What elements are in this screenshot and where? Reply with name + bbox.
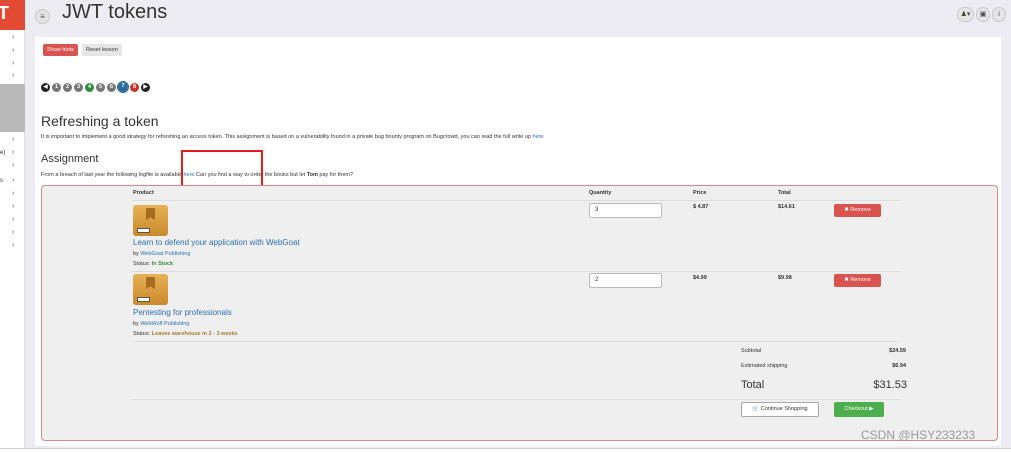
top-bar: ≡ JWT tokens ♟▾ ▣ i (25, 0, 1011, 32)
subtotal-value: $24.59 (889, 348, 906, 354)
sidebar-arrow-icon[interactable]: › (12, 203, 14, 210)
status-value: Leaves warehouse in 2 - 3 weeks (151, 331, 238, 337)
next-page-icon[interactable]: ▶ (141, 82, 150, 92)
user-menu-icon[interactable]: ♟▾ (957, 7, 974, 22)
status-value: In Stock (151, 261, 174, 267)
sidebar-arrow-icon[interactable]: › (12, 136, 14, 143)
page-button-1[interactable]: 1 (52, 82, 61, 92)
page-button-5[interactable]: 5 (96, 82, 105, 92)
sidebar-arrow-icon[interactable]: › (12, 47, 14, 54)
page-button-8[interactable]: 8 (130, 82, 139, 92)
sidebar-arrow-icon[interactable]: › (12, 162, 14, 169)
status-label: Status: (133, 331, 152, 337)
shopping-cart: Product Quantity Price Total Learn to de… (41, 185, 998, 441)
status-label: Status: (133, 261, 152, 267)
shipping-label: Estimated shipping (741, 363, 788, 369)
book-icon (133, 205, 168, 236)
info-icon[interactable]: i (992, 7, 1006, 22)
product-price: $ 4.87 (693, 204, 709, 210)
page-title: JWT tokens (62, 1, 168, 23)
assign-text-before: From a breach of last year the following… (41, 172, 184, 178)
continue-shopping-button[interactable]: 🛒 Continue Shopping (741, 402, 819, 417)
product-publisher: by WebGoat Publishing (133, 251, 190, 257)
intro-text: It is important to implement a good stra… (41, 134, 533, 140)
writeup-link[interactable]: here (533, 134, 544, 140)
footer-bar (0, 448, 1011, 452)
sidebar: T › › › › › e) › › s › › › › › › (0, 0, 25, 452)
sidebar-arrow-icon[interactable]: › (12, 229, 14, 236)
shipping-value: $6.94 (892, 363, 906, 369)
product-status: Status: Leaves warehouse in 2 - 3 weeks (133, 331, 238, 337)
menu-toggle-icon[interactable]: ≡ (35, 9, 50, 24)
column-price: Price (693, 190, 707, 196)
divider (132, 399, 900, 400)
lesson-panel: Show hints Reset lesson ◀ 1 2 3 4 5 6 7 … (35, 37, 1001, 446)
sidebar-arrow-icon[interactable]: › (12, 34, 14, 41)
divider (132, 271, 900, 272)
section-heading: Refreshing a token (41, 113, 159, 129)
product-total: $9.98 (778, 275, 792, 281)
product-total: $14.61 (778, 204, 795, 210)
divider (132, 200, 900, 201)
column-product: Product (133, 190, 154, 196)
show-hints-button[interactable]: Show hints (43, 44, 78, 56)
page-button-4[interactable]: 4 (85, 82, 94, 92)
remove-button[interactable]: ✖ Remove (834, 274, 881, 287)
reset-lesson-button[interactable]: Reset lesson (82, 44, 122, 56)
column-total: Total (778, 190, 791, 196)
product-status: Status: In Stock (133, 261, 173, 267)
checkout-button[interactable]: Checkout ▶ (834, 402, 884, 417)
assign-text-user: Tom (306, 172, 318, 178)
product-publisher: by WebWolf Publishing (133, 321, 189, 327)
page-button-3[interactable]: 3 (74, 82, 83, 92)
product-title-link[interactable]: Pentesting for professionals (133, 308, 232, 317)
total-label: Total (741, 379, 765, 391)
sidebar-label-fragment: e) (0, 150, 6, 156)
quantity-input[interactable]: 3 (589, 203, 662, 218)
watermark: CSDN @HSY233233 (861, 428, 976, 442)
prev-page-icon[interactable]: ◀ (41, 82, 50, 92)
product-title-link[interactable]: Learn to defend your application with We… (133, 238, 300, 247)
sidebar-arrow-icon[interactable]: › (12, 72, 14, 79)
page-button-6[interactable]: 6 (107, 82, 116, 92)
subtotal-label: Subtotal (741, 348, 762, 354)
remove-button[interactable]: ✖ Remove (834, 204, 881, 217)
assign-text-after: pay for them? (317, 172, 354, 178)
sidebar-arrow-icon[interactable]: › (12, 177, 14, 184)
publisher-link[interactable]: WebGoat Publishing (140, 251, 190, 257)
page-button-7[interactable]: 7 (117, 81, 129, 93)
product-price: $4.99 (693, 275, 707, 281)
intro-paragraph: It is important to implement a good stra… (41, 134, 544, 140)
sidebar-arrow-icon[interactable]: › (12, 190, 14, 197)
monitor-icon[interactable]: ▣ (976, 7, 990, 22)
page-button-2[interactable]: 2 (63, 82, 72, 92)
book-icon (133, 274, 168, 305)
sidebar-arrow-icon[interactable]: › (12, 149, 14, 156)
sidebar-arrow-icon[interactable]: › (12, 60, 14, 67)
divider (132, 341, 900, 342)
quantity-input[interactable]: 2 (589, 273, 662, 288)
sidebar-active-group[interactable] (0, 84, 25, 132)
sidebar-arrow-icon[interactable]: › (12, 216, 14, 223)
column-quantity: Quantity (589, 190, 612, 196)
logo-letter: T (0, 3, 9, 23)
sidebar-arrow-icon[interactable]: › (12, 242, 14, 249)
lesson-pager: ◀ 1 2 3 4 5 6 7 8 ▶ (41, 81, 150, 93)
assignment-heading: Assignment (41, 153, 99, 165)
total-value: $31.53 (873, 379, 907, 391)
app-logo[interactable]: T (0, 0, 25, 30)
sidebar-label-fragment: s (0, 178, 3, 184)
publisher-link[interactable]: WebWolf Publishing (140, 321, 189, 327)
